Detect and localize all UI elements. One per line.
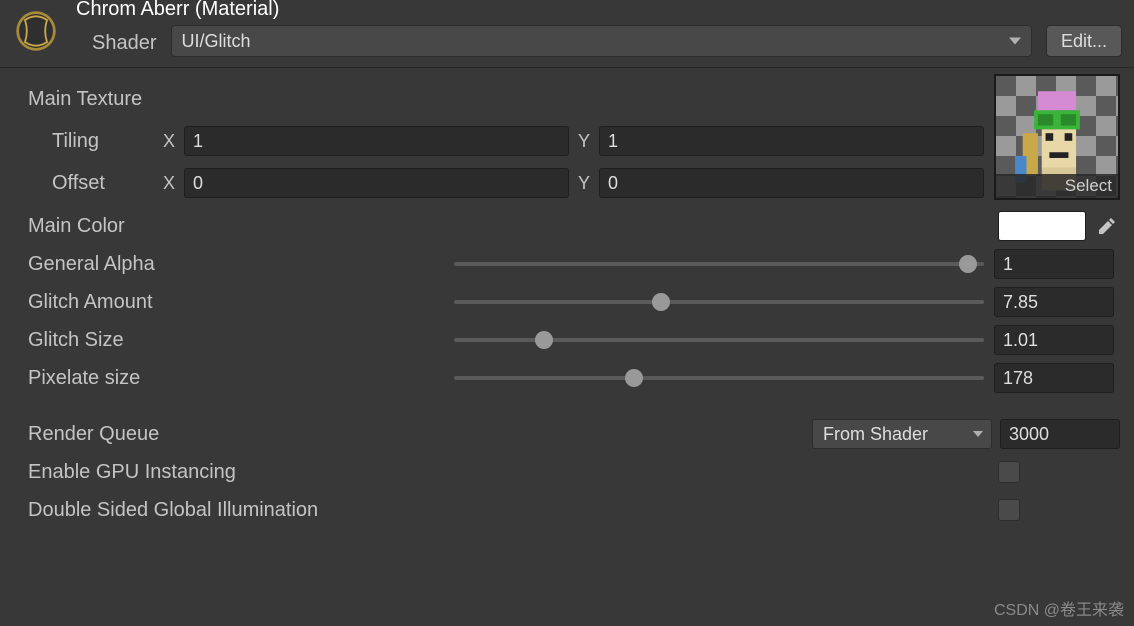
general-alpha-input[interactable]: [994, 249, 1114, 279]
glitch-amount-label: Glitch Amount: [14, 291, 454, 314]
texture-thumbnail[interactable]: Select: [994, 74, 1120, 200]
slider-thumb-icon: [535, 331, 553, 349]
x-label: X: [160, 173, 178, 194]
double-sided-gi-label: Double Sided Global Illumination: [14, 499, 318, 522]
glitch-amount-input[interactable]: [994, 287, 1114, 317]
material-icon: [12, 7, 60, 55]
render-queue-label: Render Queue: [14, 423, 454, 446]
offset-label: Offset: [14, 172, 154, 195]
gpu-instancing-label: Enable GPU Instancing: [14, 461, 236, 484]
render-queue-dropdown[interactable]: From Shader: [812, 419, 992, 449]
slider-thumb-icon: [959, 255, 977, 273]
shader-dropdown[interactable]: UI/Glitch: [171, 25, 1032, 57]
glitch-amount-slider[interactable]: [454, 300, 984, 304]
glitch-size-slider[interactable]: [454, 338, 984, 342]
pixelate-input[interactable]: [994, 363, 1114, 393]
texture-select-button[interactable]: Select: [996, 174, 1118, 198]
tiling-label: Tiling: [14, 130, 154, 153]
shader-label: Shader: [92, 32, 157, 55]
chevron-down-icon: [973, 431, 983, 437]
material-title: Chrom Aberr (Material): [76, 0, 376, 21]
edit-button[interactable]: Edit...: [1046, 25, 1122, 57]
tiling-y-input[interactable]: [599, 126, 984, 156]
double-sided-gi-checkbox[interactable]: [998, 499, 1020, 521]
x-label: X: [160, 131, 178, 152]
watermark: CSDN @卷王来袭: [994, 596, 1124, 620]
eyedropper-icon[interactable]: [1094, 216, 1120, 236]
main-color-label: Main Color: [14, 215, 454, 238]
slider-thumb-icon: [625, 369, 643, 387]
offset-y-input[interactable]: [599, 168, 984, 198]
render-queue-input[interactable]: [1000, 419, 1120, 449]
pixelate-slider[interactable]: [454, 376, 984, 380]
main-texture-label: Main Texture: [28, 88, 984, 111]
y-label: Y: [575, 131, 593, 152]
glitch-size-label: Glitch Size: [14, 329, 454, 352]
general-alpha-slider[interactable]: [454, 262, 984, 266]
main-color-swatch[interactable]: [998, 211, 1086, 241]
pixelate-label: Pixelate size: [14, 367, 454, 390]
gpu-instancing-checkbox[interactable]: [998, 461, 1020, 483]
glitch-size-input[interactable]: [994, 325, 1114, 355]
tiling-x-input[interactable]: [184, 126, 569, 156]
shader-value: UI/Glitch: [182, 31, 251, 52]
general-alpha-label: General Alpha: [14, 253, 454, 276]
chevron-down-icon: [1009, 38, 1021, 45]
y-label: Y: [575, 173, 593, 194]
offset-x-input[interactable]: [184, 168, 569, 198]
slider-thumb-icon: [652, 293, 670, 311]
